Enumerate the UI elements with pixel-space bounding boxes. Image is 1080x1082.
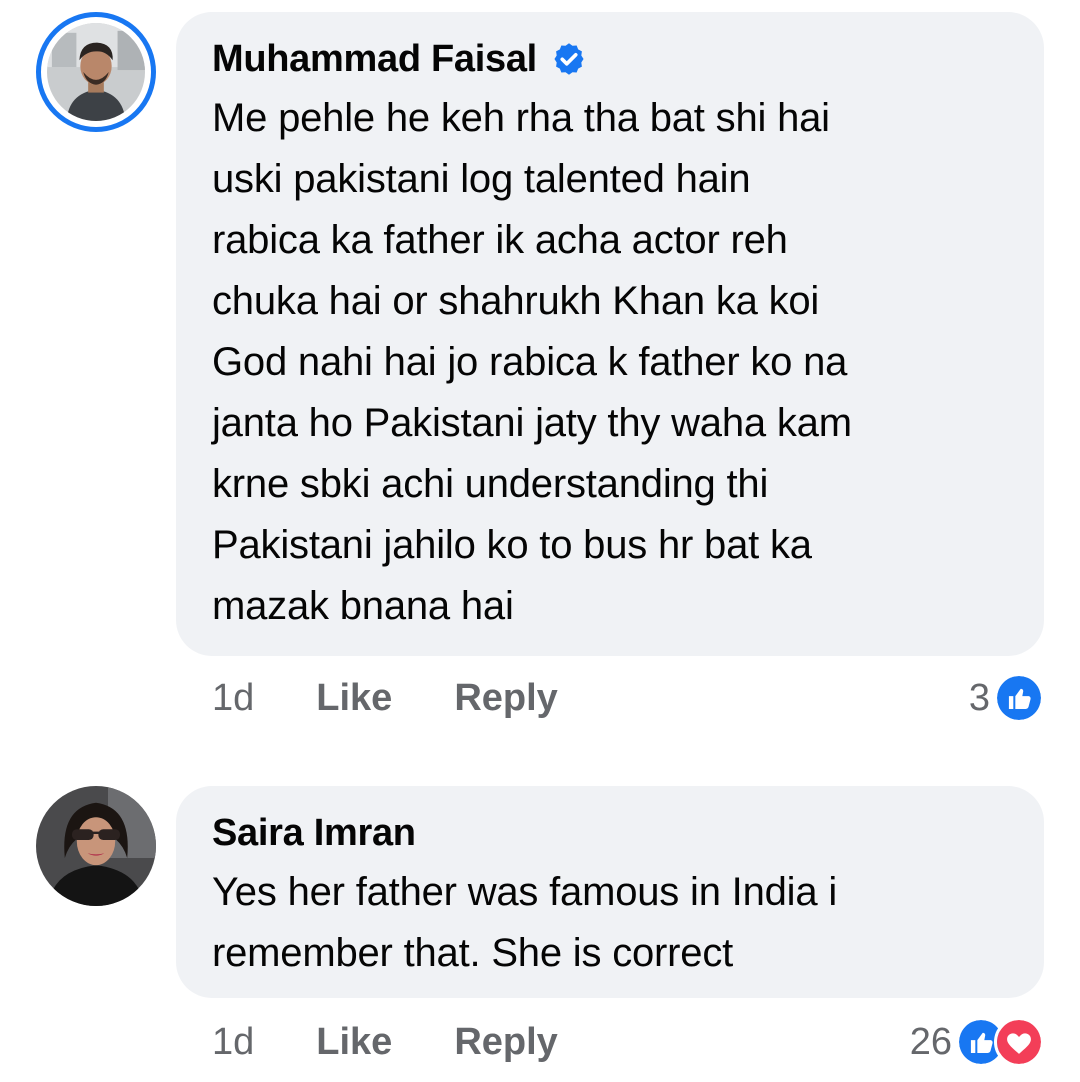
- verified-badge-icon: [554, 43, 584, 75]
- reply-button[interactable]: Reply: [454, 677, 557, 720]
- reaction-summary[interactable]: 26: [910, 1012, 1044, 1072]
- comment-text: Me pehle he keh rha tha bat shi hai uski…: [212, 96, 852, 628]
- comment-actions: 1d Like Reply 3: [212, 668, 1044, 728]
- avatar[interactable]: [36, 786, 156, 906]
- comment-timestamp[interactable]: 1d: [212, 677, 254, 720]
- reaction-count: 26: [909, 1020, 952, 1063]
- reaction-summary[interactable]: 3: [969, 668, 1044, 728]
- comment-bubble: Muhammad Faisal Me pehle he keh rha tha …: [176, 12, 1044, 656]
- comment-timestamp[interactable]: 1d: [212, 1021, 254, 1064]
- love-icon: [994, 1017, 1044, 1067]
- comment-actions: 1d Like Reply 26: [212, 1012, 1044, 1072]
- author-row: Saira Imran: [212, 810, 1010, 856]
- reaction-count: 3: [968, 676, 990, 719]
- like-button[interactable]: Like: [316, 1021, 392, 1064]
- comment-text: Yes her father was famous in India i rem…: [212, 870, 838, 975]
- author-name[interactable]: Muhammad Faisal: [212, 36, 537, 82]
- avatar[interactable]: [36, 12, 156, 132]
- comment-bubble: Saira Imran Yes her father was famous in…: [176, 786, 1044, 998]
- author-row: Muhammad Faisal: [212, 36, 1010, 82]
- reply-button[interactable]: Reply: [454, 1021, 557, 1064]
- like-icon: [994, 673, 1044, 723]
- profile-photo-icon: [47, 23, 145, 121]
- like-button[interactable]: Like: [316, 677, 392, 720]
- profile-photo-icon: [36, 786, 156, 906]
- author-name[interactable]: Saira Imran: [212, 810, 416, 856]
